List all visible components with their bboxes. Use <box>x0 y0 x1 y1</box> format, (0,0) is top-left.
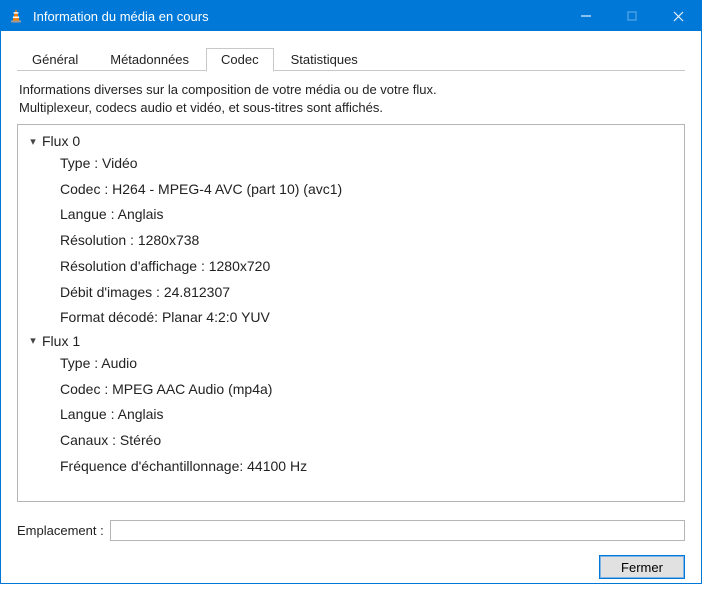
tab-codec[interactable]: Codec <box>206 48 274 72</box>
stream-header-label: Flux 1 <box>42 333 80 349</box>
codec-property: Codec : MPEG AAC Audio (mp4a) <box>60 379 676 401</box>
codec-property: Résolution : 1280x738 <box>60 230 676 252</box>
stream-header[interactable]: ▾ Flux 1 <box>26 333 676 349</box>
close-button[interactable] <box>655 1 701 31</box>
tab-description: Informations diverses sur la composition… <box>19 81 683 116</box>
tab-general[interactable]: Général <box>17 48 93 71</box>
location-label: Emplacement : <box>17 523 104 538</box>
location-input[interactable] <box>110 520 685 541</box>
description-line-2: Multiplexeur, codecs audio et vidéo, et … <box>19 100 383 115</box>
tabstrip: Général Métadonnées Codec Statistiques <box>17 47 685 71</box>
codec-property: Canaux : Stéréo <box>60 430 676 452</box>
stream-header-label: Flux 0 <box>42 133 80 149</box>
vlc-cone-icon <box>7 7 25 25</box>
codec-property: Langue : Anglais <box>60 404 676 426</box>
codec-property: Codec : H264 - MPEG-4 AVC (part 10) (avc… <box>60 179 676 201</box>
chevron-down-icon: ▾ <box>26 334 40 347</box>
titlebar: Information du média en cours <box>1 1 701 31</box>
chevron-down-icon: ▾ <box>26 135 40 148</box>
tab-metadata[interactable]: Métadonnées <box>95 48 204 71</box>
window-controls <box>563 1 701 31</box>
minimize-button[interactable] <box>563 1 609 31</box>
description-line-1: Informations diverses sur la composition… <box>19 82 437 97</box>
button-row: Fermer <box>17 555 685 579</box>
codec-property: Débit d'images : 24.812307 <box>60 282 676 304</box>
dialog-content: Général Métadonnées Codec Statistiques I… <box>1 31 701 593</box>
tab-statistics[interactable]: Statistiques <box>276 48 373 71</box>
stream-header[interactable]: ▾ Flux 0 <box>26 133 676 149</box>
maximize-button[interactable] <box>609 1 655 31</box>
codec-property: Type : Vidéo <box>60 153 676 175</box>
codec-property: Format décodé: Planar 4:2:0 YUV <box>60 307 676 329</box>
codec-tree[interactable]: ▾ Flux 0 Type : Vidéo Codec : H264 - MPE… <box>17 124 685 502</box>
window-title: Information du média en cours <box>33 9 563 24</box>
close-dialog-button[interactable]: Fermer <box>599 555 685 579</box>
codec-property: Langue : Anglais <box>60 204 676 226</box>
codec-property: Fréquence d'échantillonnage: 44100 Hz <box>60 456 676 478</box>
location-row: Emplacement : <box>17 520 685 541</box>
codec-property: Résolution d'affichage : 1280x720 <box>60 256 676 278</box>
codec-property: Type : Audio <box>60 353 676 375</box>
